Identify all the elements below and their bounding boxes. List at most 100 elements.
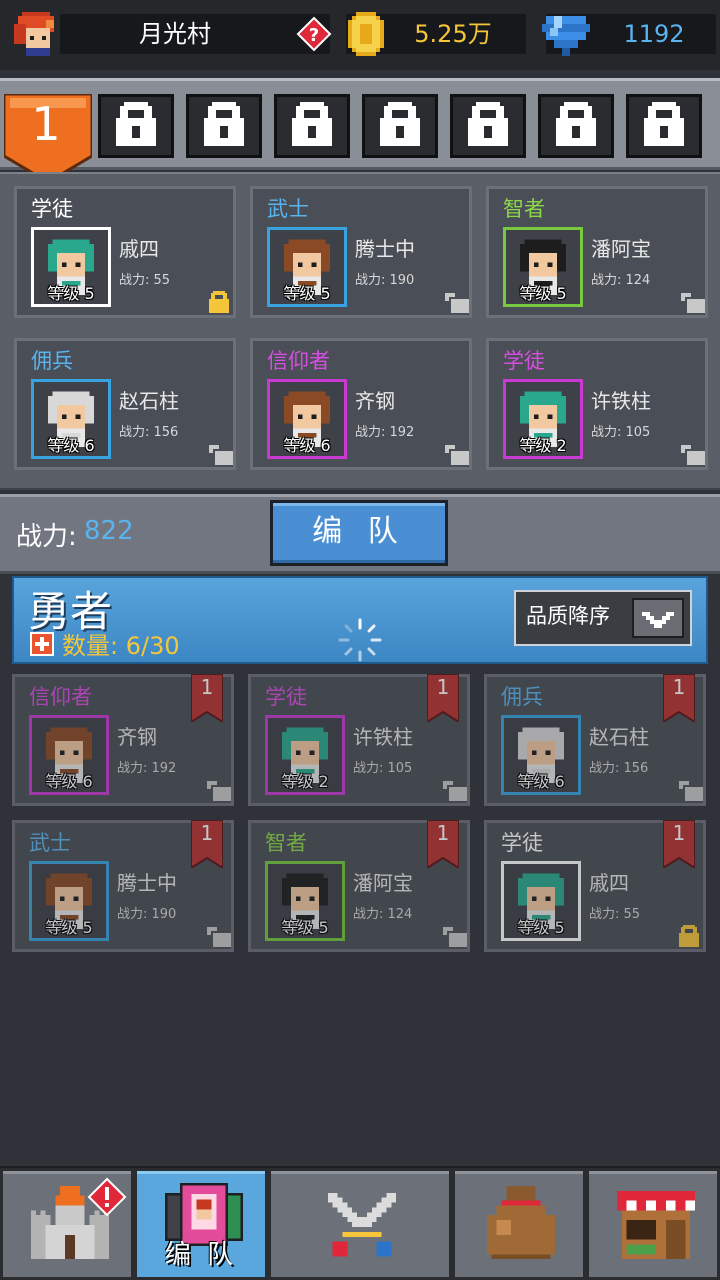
team-banner-number: 1 <box>436 821 450 845</box>
lock-icon[interactable] <box>207 779 231 801</box>
padlock-icon <box>468 102 508 150</box>
padlock-icon <box>556 102 596 150</box>
hero-class: 武士 <box>29 831 71 855</box>
crossed-swords-icon <box>317 1183 407 1275</box>
hero-power: 战力: 124 <box>353 907 413 922</box>
hero-class: 学徒 <box>265 685 307 709</box>
hero-level: 等级 5 <box>517 918 565 937</box>
team-tab-locked[interactable] <box>450 94 526 158</box>
team-banner-number: 1 <box>436 675 450 699</box>
hero-card[interactable]: 学徒 等级 5 戚四 战力: 55 1 <box>484 819 706 952</box>
hero-level: 等级 6 <box>47 436 95 455</box>
lock-icon[interactable] <box>679 925 699 947</box>
loot-bag-icon <box>477 1181 565 1273</box>
hero-level: 等级 6 <box>283 436 331 455</box>
player-avatar[interactable] <box>10 8 62 60</box>
hero-power: 战力: 190 <box>117 907 177 922</box>
lock-icon[interactable] <box>445 443 469 465</box>
alert-icon[interactable]: ? <box>296 16 332 52</box>
hero-power: 战力: 156 <box>119 425 179 440</box>
lock-icon[interactable] <box>681 291 705 313</box>
hero-level: 等级 5 <box>519 284 567 303</box>
lock-icon[interactable] <box>443 925 467 947</box>
hero-class: 智者 <box>265 831 307 855</box>
lock-icon[interactable] <box>445 291 469 313</box>
hero-power: 战力: 156 <box>589 761 649 776</box>
sort-toggle-button[interactable] <box>632 598 684 638</box>
hero-power: 战力: 105 <box>353 761 413 776</box>
hero-level: 等级 2 <box>519 436 567 455</box>
hero-level: 等级 5 <box>283 284 331 303</box>
village-name[interactable]: 月光村 <box>60 14 290 54</box>
team-slot-card[interactable]: 信仰者 等级 6 齐钢 战力: 192 <box>250 338 472 470</box>
team-tab-locked[interactable] <box>98 94 174 158</box>
team-tab-locked[interactable] <box>626 94 702 158</box>
team-slot-card[interactable]: 智者 等级 5 潘阿宝 战力: 124 <box>486 186 708 318</box>
gem-amount: 1192 <box>623 20 685 48</box>
team-slot-card[interactable]: 武士 等级 5 腾士中 战力: 190 <box>250 186 472 318</box>
hero-name: 赵石柱 <box>589 725 649 749</box>
hero-level: 等级 5 <box>45 918 93 937</box>
nav-castle[interactable] <box>0 1168 134 1280</box>
padlock-icon <box>380 102 420 150</box>
lock-icon[interactable] <box>681 443 705 465</box>
hero-card[interactable]: 武士 等级 5 腾士中 战力: 190 1 <box>12 819 234 952</box>
nav-inventory[interactable] <box>452 1168 586 1280</box>
hero-portrait: 等级 5 <box>503 227 583 307</box>
hero-power: 战力: 105 <box>591 425 651 440</box>
lock-icon[interactable] <box>443 779 467 801</box>
team-tab-locked[interactable] <box>186 94 262 158</box>
hero-class: 佣兵 <box>31 349 73 373</box>
formation-button-label[interactable]: 编 队 <box>270 500 448 566</box>
hero-portrait: 等级 5 <box>501 861 581 941</box>
hero-class: 学徒 <box>31 197 73 221</box>
team-tab-locked[interactable] <box>362 94 438 158</box>
hero-name: 许铁柱 <box>353 725 413 749</box>
lock-icon[interactable] <box>209 291 229 313</box>
hero-portrait: 等级 6 <box>31 379 111 459</box>
hero-portrait: 等级 5 <box>267 227 347 307</box>
hero-name: 齐钢 <box>117 725 157 749</box>
nav-battle[interactable] <box>268 1168 452 1280</box>
hero-level: 等级 2 <box>281 772 329 791</box>
hero-card[interactable]: 学徒等级 2 许铁柱战力: 105 1 <box>248 673 470 806</box>
nav-shop[interactable] <box>586 1168 720 1280</box>
hero-count: 数量: 6/30 <box>62 632 180 660</box>
hero-class: 信仰者 <box>29 685 92 709</box>
hero-name: 腾士中 <box>117 871 177 895</box>
hero-card[interactable]: 智者 等级 5 潘阿宝 战力: 124 1 <box>248 819 470 952</box>
hero-level: 等级 5 <box>47 284 95 303</box>
hero-portrait: 等级 2 <box>503 379 583 459</box>
padlock-icon <box>116 102 156 150</box>
hero-level: 等级 5 <box>281 918 329 937</box>
hero-name: 戚四 <box>589 871 629 895</box>
lock-icon[interactable] <box>209 443 233 465</box>
hero-power: 战力: 192 <box>117 761 177 776</box>
chevron-down-icon <box>634 600 682 636</box>
sort-label: 品质降序 <box>526 604 610 628</box>
hero-portrait: 等级 6 <box>501 715 581 795</box>
team-banner-number: 1 <box>672 821 686 845</box>
hero-name: 潘阿宝 <box>591 237 651 261</box>
coin-amount: 5.25万 <box>414 20 492 48</box>
team-tab-locked[interactable] <box>274 94 350 158</box>
hero-card[interactable]: 信仰者 等级 6 齐钢 战力: 192 1 <box>12 673 234 806</box>
team-banner-number: 1 <box>672 675 686 699</box>
hero-power: 战力: 55 <box>119 273 171 288</box>
svg-text:?: ? <box>309 25 319 46</box>
expand-capacity-icon[interactable] <box>30 632 54 656</box>
team-tab-locked[interactable] <box>538 94 614 158</box>
padlock-icon <box>644 102 684 150</box>
lock-icon[interactable] <box>679 779 703 801</box>
loading-spinner-icon <box>336 616 384 664</box>
hero-portrait: 等级 5 <box>31 227 111 307</box>
hero-card[interactable]: 佣兵 等级 6 赵石柱 战力: 156 1 <box>484 673 706 806</box>
hero-portrait: 等级 6 <box>267 379 347 459</box>
hero-power: 战力: 190 <box>355 273 415 288</box>
team-slot-card[interactable]: 学徒 等级 5 戚四 战力: 55 <box>14 186 236 318</box>
team-slot-card[interactable]: 学徒 等级 2 许铁柱 战力: 105 <box>486 338 708 470</box>
team-slot-card[interactable]: 佣兵等级 6 赵石柱战力: 156 <box>14 338 236 470</box>
team-power-value: 822 <box>84 516 134 546</box>
hero-name: 赵石柱 <box>119 389 179 413</box>
lock-icon[interactable] <box>207 925 231 947</box>
